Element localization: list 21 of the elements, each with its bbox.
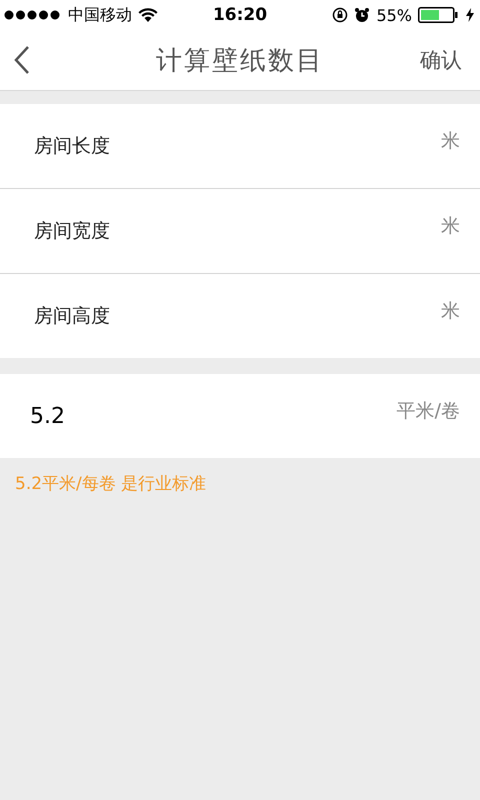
charging-icon <box>466 8 474 22</box>
wifi-icon <box>138 8 158 22</box>
unit-label: 米 <box>441 214 460 239</box>
battery-icon <box>418 7 460 23</box>
field-value: 5.2 <box>30 404 65 428</box>
back-button[interactable] <box>14 45 30 75</box>
signal-icon <box>4 10 62 20</box>
page-title: 计算壁纸数目 <box>156 44 324 78</box>
field-label: 房间高度 <box>34 304 111 329</box>
status-time: 16:20 <box>212 5 268 25</box>
carrier-name: 中国移动 <box>68 4 132 26</box>
unit-label: 米 <box>441 129 460 154</box>
battery-percent: 55% <box>376 6 412 24</box>
note-text: 5.2平米/每卷 是行业标准 <box>14 473 208 496</box>
field-label: 房间长度 <box>34 134 111 159</box>
unit-label: 米 <box>441 299 460 324</box>
field-label: 房间宽度 <box>34 219 111 244</box>
rotation-lock-icon <box>332 7 348 23</box>
unit-label: 平米/卷 <box>396 399 460 424</box>
confirm-button[interactable]: 确认 <box>420 46 462 74</box>
alarm-icon <box>354 7 370 23</box>
